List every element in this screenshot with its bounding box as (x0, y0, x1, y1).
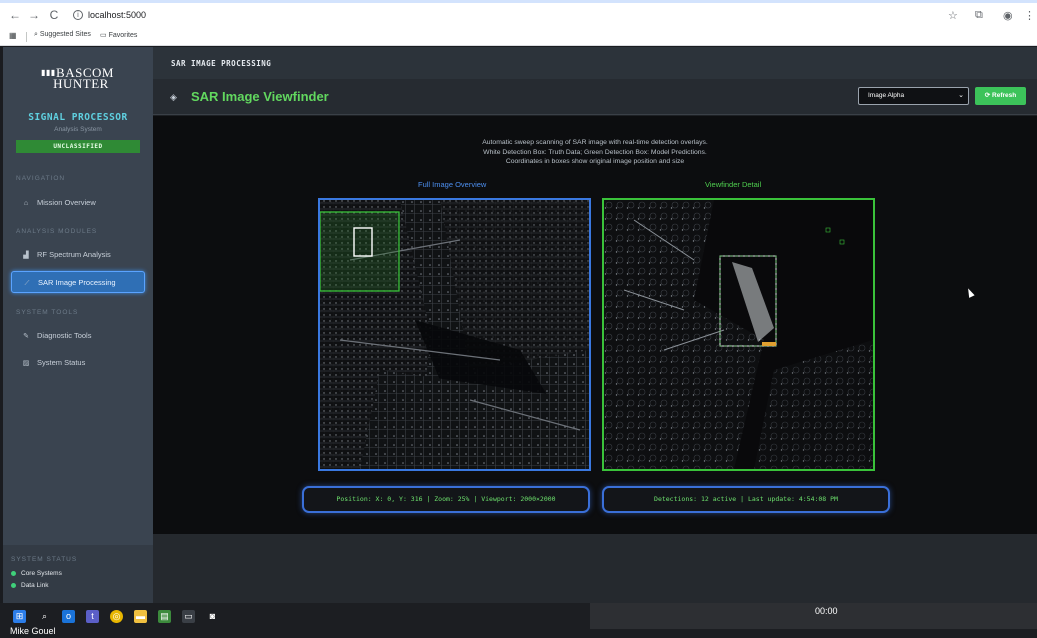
outlook-icon[interactable]: o (62, 610, 75, 623)
signal-icon: ▟ (23, 252, 29, 259)
viewport-box (320, 211, 400, 292)
chrome-icon[interactable]: ◎ (110, 610, 123, 623)
sidebar-item-system-status[interactable]: ▨ System Status (11, 352, 145, 374)
video-strip (590, 603, 1037, 629)
sidebar-item-sar-processing[interactable]: ⟋ SAR Image Processing (11, 271, 145, 293)
search-icon[interactable]: ⌕ (38, 610, 51, 623)
sidebar-item-label: System Status (37, 358, 86, 367)
address-bar[interactable] (68, 7, 938, 25)
back-icon[interactable]: ← (8, 8, 22, 22)
app-icon[interactable]: ▤ (158, 610, 171, 623)
status-dot-icon (11, 582, 16, 588)
satellite-icon: ◈ (170, 92, 177, 102)
main-area: SAR IMAGE PROCESSING ◈ SAR Image Viewfin… (153, 47, 1037, 603)
sar-detail-image (604, 200, 873, 469)
bookmarks-bar: ▦ ⌕ Suggested Sites ▭ Favorites (0, 28, 1037, 46)
site-info-icon[interactable]: i (73, 10, 83, 20)
full-image-overview[interactable] (318, 198, 591, 471)
footer-area (153, 534, 1037, 603)
wrench-icon: ✎ (23, 333, 29, 340)
bookmark-favorites[interactable]: ▭ Favorites (100, 31, 137, 39)
sidebar-item-label: Mission Overview (37, 198, 96, 207)
top-bar: SAR IMAGE PROCESSING (153, 47, 1037, 79)
bookmark-label: Favorites (108, 32, 138, 39)
app-subtitle: Analysis System (54, 126, 102, 133)
teams-icon[interactable]: t (86, 610, 99, 623)
home-icon: ⌂ (23, 200, 29, 207)
viewfinder-title: SAR Image Viewfinder (191, 89, 329, 104)
bookmark-suggested-sites[interactable]: ⌕ Suggested Sites (34, 31, 91, 39)
viewfinder-content: Automatic sweep scanning of SAR image wi… (153, 116, 1037, 534)
app-title: SIGNAL PROCESSOR (28, 112, 128, 123)
image-select-value: Image Alpha (868, 92, 905, 99)
sar-overview-image (320, 200, 589, 469)
section-system-tools: SYSTEM TOOLS (16, 309, 79, 316)
status-data-link: Data Link (11, 582, 48, 589)
video-time: 00:00 (815, 606, 838, 616)
description-line: White Detection Box: Truth Data; Green D… (483, 148, 707, 156)
viewfinder-detail[interactable] (602, 198, 875, 471)
sidebar-item-label: SAR Image Processing (38, 278, 116, 287)
chevron-down-icon: ⌄ (958, 92, 964, 99)
refresh-label: Refresh (992, 92, 1017, 99)
sidebar-item-rf-spectrum[interactable]: ▟ RF Spectrum Analysis (11, 244, 145, 266)
status-core-systems: Core Systems (11, 570, 62, 577)
logo-bars-icon: ▮▮▮ (41, 68, 56, 77)
chart-icon: ▨ (22, 360, 30, 367)
file-explorer-icon[interactable]: ▬ (134, 610, 147, 623)
image-select[interactable]: Image Alpha ⌄ (858, 87, 969, 105)
browser-toolbar: ← → C i localhost:5000 ☆ ⧉ ◉ ⋮ (0, 0, 1037, 28)
bascom-hunter-logo: ▮▮▮ BASCOM HUNTER (41, 66, 121, 90)
section-analysis-modules: ANALYSIS MODULES (16, 228, 98, 235)
description-line: Automatic sweep scanning of SAR image wi… (482, 139, 708, 146)
apps-icon[interactable]: ▦ (9, 31, 17, 40)
sidebar: ▮▮▮ BASCOM HUNTER SIGNAL PROCESSOR Analy… (3, 47, 153, 603)
sidebar-item-label: RF Spectrum Analysis (37, 250, 111, 259)
detail-readout: Detections: 12 active | Last update: 4:5… (602, 486, 890, 513)
bookmark-divider (26, 32, 27, 42)
reload-icon[interactable]: C (47, 8, 61, 22)
menu-icon[interactable]: ⋮ (1024, 9, 1035, 22)
system-status-panel: SYSTEM STATUS Core Systems Data Link (3, 545, 153, 603)
forward-icon[interactable]: → (27, 8, 41, 22)
profile-icon[interactable]: ◉ (1003, 9, 1013, 22)
sidebar-item-diagnostic-tools[interactable]: ✎ Diagnostic Tools (11, 325, 145, 347)
presenter-name: Mike Gouel (10, 626, 56, 636)
overview-label: Full Image Overview (418, 180, 487, 189)
windows-start-icon[interactable]: ⊞ (13, 610, 26, 623)
status-label: Data Link (21, 582, 49, 589)
terminal-icon[interactable]: ▭ (182, 610, 195, 623)
url-text[interactable]: localhost:5000 (88, 10, 146, 20)
bookmark-label: Suggested Sites (39, 31, 91, 38)
star-icon[interactable]: ☆ (948, 9, 958, 22)
detection-tag (762, 342, 776, 346)
wand-icon: ⟋ (24, 280, 30, 287)
overview-readout: Position: X: 0, Y: 316 | Zoom: 25% | Vie… (302, 486, 590, 513)
status-dot-icon (11, 570, 16, 576)
section-navigation: NAVIGATION (16, 175, 66, 182)
sidebar-item-mission-overview[interactable]: ⌂ Mission Overview (11, 192, 145, 214)
system-status-heading: SYSTEM STATUS (11, 556, 78, 563)
sidebar-item-label: Diagnostic Tools (37, 331, 92, 340)
detail-label: Viewfinder Detail (705, 180, 762, 189)
page-title: SAR IMAGE PROCESSING (171, 59, 272, 68)
classification-badge: UNCLASSIFIED (16, 140, 140, 153)
refresh-icon: ⟳ (984, 92, 991, 99)
description-line: Coordinates in boxes show original image… (505, 158, 685, 165)
description: Automatic sweep scanning of SAR image wi… (153, 138, 1037, 167)
cast-icon[interactable]: ⧉ (975, 9, 983, 22)
status-label: Core Systems (21, 570, 62, 577)
refresh-button[interactable]: ⟳ Refresh (975, 87, 1026, 105)
camera-icon[interactable]: ◙ (206, 610, 219, 623)
taskbar: ⊞ ⌕ o t ◎ ▬ ▤ ▭ ◙ 00:00 Mike Gouel (0, 603, 1037, 638)
